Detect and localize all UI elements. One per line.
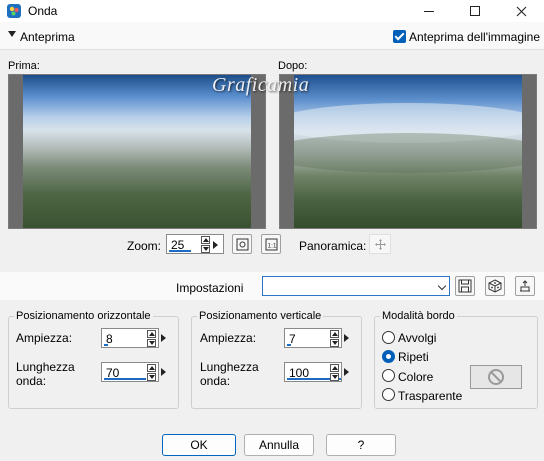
spin-down-icon[interactable] [147,373,156,381]
radio-trasparente[interactable] [382,388,395,401]
h-amplitude-slider-fill [104,344,108,346]
h-amplitude-slider-arrow-icon[interactable] [161,334,166,342]
h-wavelength-label-2: onda: [16,374,47,388]
preview-header: Anteprima Anteprima dell'immagine [0,22,544,50]
preview-section-label[interactable]: Anteprima [20,30,75,44]
maximize-icon [470,6,480,16]
spin-up-icon[interactable] [330,364,339,372]
h-wavelength-slider-arrow-icon[interactable] [161,368,166,376]
zoom-input[interactable]: 25 [166,234,224,254]
radio-avvolgi[interactable] [382,331,395,344]
v-wavelength-spinner[interactable] [330,364,339,382]
h-amplitude-input[interactable]: 8 [101,328,159,348]
spin-down-icon[interactable] [330,373,339,381]
spin-down-icon[interactable] [330,339,339,347]
horizontal-group-title: Posizionamento orizzontale [14,310,153,322]
v-amplitude-input[interactable]: 7 [284,328,342,348]
v-wavelength-label-2: onda: [200,374,231,388]
close-button[interactable] [498,0,544,22]
no-color-icon [488,369,504,385]
h-wavelength-input[interactable]: 70 [101,362,159,382]
v-amplitude-spinner[interactable] [330,330,339,348]
spin-down-icon[interactable] [147,339,156,347]
minimize-button[interactable] [406,0,452,22]
pan-move-icon [374,238,386,250]
dice-icon [488,279,502,293]
image-preview-checkbox[interactable] [393,30,406,43]
reset-defaults-button[interactable] [515,276,535,296]
zoom-fit-icon [236,238,248,250]
title-bar: Onda [0,0,544,22]
vertical-group-title: Posizionamento verticale [197,310,324,322]
minimize-icon [424,10,434,12]
ok-button[interactable]: OK [162,434,236,456]
after-label: Dopo: [278,60,308,72]
close-icon [516,6,526,16]
v-wavelength-slider-arrow-icon[interactable] [344,368,349,376]
watermark-logo: Graficamia [212,74,310,96]
save-preset-button[interactable] [455,276,475,296]
window-title: Onda [28,4,58,18]
v-wavelength-input[interactable]: 100 [284,362,342,382]
radio-ripeti[interactable] [382,350,395,363]
h-wavelength-slider-fill [104,378,146,380]
settings-label: Impostazioni [176,281,244,295]
before-image [23,75,251,228]
actual-size-icon: 1:1 [265,238,277,250]
zoom-actual-size-button[interactable]: 1:1 [261,234,281,254]
cancel-button[interactable]: Annulla [244,434,314,456]
help-button[interactable]: ? [326,434,396,456]
save-icon [458,279,472,293]
edge-mode-title: Modalità bordo [380,310,457,322]
v-amplitude-label: Ampiezza: [200,331,257,345]
before-preview[interactable] [8,74,266,229]
h-amplitude-label: Ampiezza: [16,331,73,345]
maximize-button[interactable] [452,0,498,22]
radio-avvolgi-label[interactable]: Avvolgi [398,331,436,345]
v-amplitude-slider-fill [287,344,291,346]
radio-trasparente-label[interactable]: Trasparente [398,389,462,403]
v-amplitude-slider-arrow-icon[interactable] [344,334,349,342]
collapse-arrow-icon[interactable] [8,31,16,37]
radio-colore[interactable] [382,369,395,382]
h-wavelength-label-1: Lunghezza [16,360,75,374]
paintshop-app-icon [7,4,21,18]
spin-up-icon[interactable] [330,330,339,338]
pan-button[interactable] [369,234,391,254]
spin-down-icon[interactable] [201,245,210,253]
spin-up-icon[interactable] [147,364,156,372]
image-preview-label[interactable]: Anteprima dell'immagine [409,30,540,44]
after-preview[interactable] [279,74,537,229]
reset-icon [520,280,530,292]
settings-dropdown[interactable] [262,276,450,296]
h-amplitude-spinner[interactable] [147,330,156,348]
svg-text:1:1: 1:1 [267,242,276,249]
zoom-fit-button[interactable] [232,234,252,254]
zoom-spinner[interactable] [201,236,210,254]
h-wavelength-spinner[interactable] [147,364,156,382]
spin-up-icon[interactable] [201,236,210,244]
zoom-label: Zoom: [127,239,162,253]
radio-colore-label[interactable]: Colore [398,370,433,384]
pan-label: Panoramica: [299,239,367,253]
wave-shadow [294,133,522,173]
radio-ripeti-label[interactable]: Ripeti [398,350,429,364]
after-image [294,75,522,228]
edge-color-swatch[interactable] [470,365,522,389]
spin-up-icon[interactable] [147,330,156,338]
zoom-slider-arrow-icon[interactable] [213,241,218,249]
zoom-slider-fill [169,250,191,252]
chevron-down-icon [437,281,447,291]
before-label: Prima: [8,60,40,72]
v-wavelength-label-1: Lunghezza [200,360,259,374]
random-settings-button[interactable] [485,276,505,296]
